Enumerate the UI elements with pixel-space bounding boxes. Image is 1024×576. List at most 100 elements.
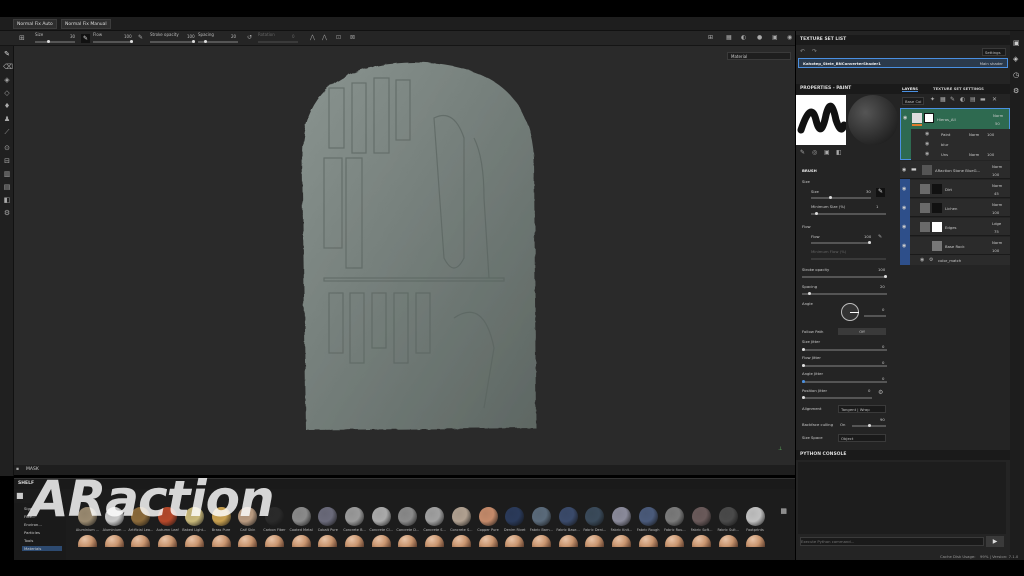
flow-jitter-slider[interactable] (802, 364, 887, 367)
toolbar-angle-value[interactable]: 0 (292, 34, 295, 39)
material-thumbnail[interactable] (318, 507, 338, 526)
layer-opacity[interactable]: 100 (992, 248, 999, 253)
material-thumbnail[interactable] (184, 535, 204, 547)
toolbar-angle-slider[interactable] (258, 41, 298, 43)
material-thumbnail[interactable] (104, 535, 124, 547)
delete-layer-icon[interactable]: ✕ (992, 96, 997, 103)
material-thumbnail[interactable] (398, 535, 418, 547)
layer-group-selected[interactable]: Hieros_All Norm 50 ◉ Paint Norm 100 ◉ bl… (900, 108, 1010, 160)
layer-effect-row[interactable]: ◉ ⚙ color_match (910, 255, 1010, 265)
layer-row[interactable]: ◉ ▬ ARaction Stone BlueG... Norm 100 (900, 161, 1010, 179)
eye-icon[interactable]: ◉ (902, 186, 906, 192)
bake-icon[interactable]: ⊙ (3, 144, 11, 152)
stroke-opacity-value[interactable]: 100 (878, 267, 885, 272)
eye-icon[interactable]: ◉ (902, 224, 906, 230)
toolbar-spacing-value[interactable]: 20 (231, 34, 236, 39)
settings-gear-icon[interactable]: ⚙ (3, 209, 11, 217)
layer-row[interactable]: ◉ Dirt Norm 45 (902, 180, 1010, 198)
layer-blend[interactable]: Ldge (992, 221, 1001, 226)
material-thumbnail[interactable] (158, 535, 178, 547)
eye-icon[interactable]: ◉ (903, 115, 907, 121)
material-thumbnail[interactable] (585, 535, 605, 547)
material-thumbnail[interactable] (371, 507, 391, 526)
tab-normal-fix-auto[interactable]: Normal Fix Auto (13, 19, 57, 29)
folder-icon[interactable]: ▬ (980, 96, 986, 103)
material-thumbnail[interactable] (638, 507, 658, 526)
size-value[interactable]: 30 (866, 189, 871, 194)
settings-dropdown[interactable]: Settings (982, 48, 1006, 56)
eye-icon[interactable]: ◉ (902, 243, 906, 249)
toolbar-flow-value[interactable]: 100 (124, 34, 132, 39)
add-group-icon[interactable]: ▤ (970, 96, 976, 103)
eye-icon[interactable]: ◉ (902, 167, 906, 173)
mask-icon[interactable]: ▪ (16, 465, 19, 475)
material-thumbnail[interactable] (371, 535, 391, 547)
shelf-category[interactable]: Tools (24, 538, 33, 543)
material-thumbnail[interactable] (345, 535, 364, 547)
shelf-category[interactable]: Particles (24, 530, 40, 535)
geometry-mask-icon[interactable]: ◇ (3, 89, 11, 97)
material-thumbnail[interactable] (531, 535, 551, 547)
smudge-icon[interactable]: ♦ (3, 102, 11, 110)
flow-pressure-icon[interactable]: ✎ (878, 234, 882, 240)
material-tab-icon[interactable]: ◧ (836, 149, 842, 156)
alignment-select[interactable]: Tangent | Wrap (838, 405, 886, 413)
backface-value[interactable]: 90 (880, 417, 885, 422)
add-fill-layer-icon[interactable]: ◐ (960, 96, 965, 103)
3d-viewport[interactable]: Material ⊥ (14, 46, 795, 467)
toolbar-stroke-opacity-value[interactable]: 100 (187, 34, 195, 39)
material-thumbnail[interactable] (585, 507, 605, 526)
angle-dial[interactable] (841, 303, 859, 321)
angle-jitter-slider[interactable] (802, 380, 887, 383)
history-icon[interactable]: ◷ (1013, 71, 1019, 79)
paint-brush-icon[interactable]: ✎ (3, 50, 11, 58)
layer-opacity[interactable]: 100 (992, 172, 999, 177)
material-thumbnail[interactable] (558, 535, 578, 547)
layer-blend[interactable]: Norm (992, 164, 1002, 169)
material-thumbnail[interactable] (425, 507, 445, 526)
flow-value[interactable]: 100 (864, 234, 871, 239)
texture-icon[interactable]: ▥ (3, 170, 11, 178)
size-slider[interactable] (811, 196, 871, 199)
effect-uns-opacity[interactable]: 100 (987, 152, 994, 157)
color-picker-icon[interactable]: ⟋ (3, 128, 11, 136)
clone-icon[interactable]: ♟ (3, 115, 11, 123)
effect-paint-opacity[interactable]: 100 (987, 132, 994, 137)
material-thumbnail[interactable] (291, 507, 311, 526)
viewport-settings-icon[interactable]: ⊞ (708, 34, 713, 41)
material-thumbnail[interactable] (345, 507, 364, 526)
position-jitter-slider[interactable] (802, 396, 872, 399)
min-size-slider[interactable] (811, 212, 886, 215)
size-space-select[interactable]: Object (838, 434, 886, 442)
brush-tab-icon[interactable]: ✎ (800, 149, 805, 156)
jitter-settings-icon[interactable]: ⚙ (878, 389, 883, 396)
material-thumbnail[interactable] (692, 535, 712, 547)
spacing-slider[interactable] (802, 292, 887, 295)
stele-3d-model[interactable] (284, 58, 544, 438)
toolbar-spacing-slider[interactable] (198, 40, 238, 43)
shelf-category-selected[interactable]: Materials (22, 546, 62, 551)
flow-slider[interactable] (811, 241, 871, 244)
material-thumbnail[interactable] (612, 507, 631, 526)
mirror-x-icon[interactable]: ⋀ (310, 34, 315, 41)
material-thumbnail[interactable] (505, 535, 525, 547)
lock-icon[interactable]: ⊟ (3, 157, 11, 165)
layer-opacity[interactable]: 45 (994, 191, 999, 196)
material-thumbnail[interactable] (718, 507, 738, 526)
stroke-opacity-slider[interactable] (802, 275, 887, 278)
min-flow-slider[interactable] (811, 258, 886, 260)
symmetry-mode-icon[interactable]: ⊠ (350, 34, 355, 41)
texture-set-item[interactable]: Kahotep_Stele_BNConverterShader1 Main sh… (798, 58, 1008, 68)
layer-opacity[interactable]: 75 (994, 229, 999, 234)
material-thumbnail[interactable] (665, 507, 685, 526)
texture-set-settings-tab[interactable]: TEXTURE SET SETTINGS (933, 86, 984, 91)
assets-icon[interactable]: ◈ (1013, 55, 1018, 63)
shader-icon[interactable]: ▤ (3, 183, 11, 191)
material-thumbnail[interactable] (745, 507, 765, 526)
angle-icon[interactable]: ↺ (247, 34, 252, 41)
layer-blend[interactable]: Norm (992, 202, 1002, 207)
python-input[interactable] (800, 537, 984, 546)
eye-icon[interactable]: ◉ (902, 205, 906, 211)
layer-row[interactable]: ◉ Lichen Norm 100 (902, 199, 1010, 217)
toolbar-flow-slider[interactable] (93, 40, 133, 43)
